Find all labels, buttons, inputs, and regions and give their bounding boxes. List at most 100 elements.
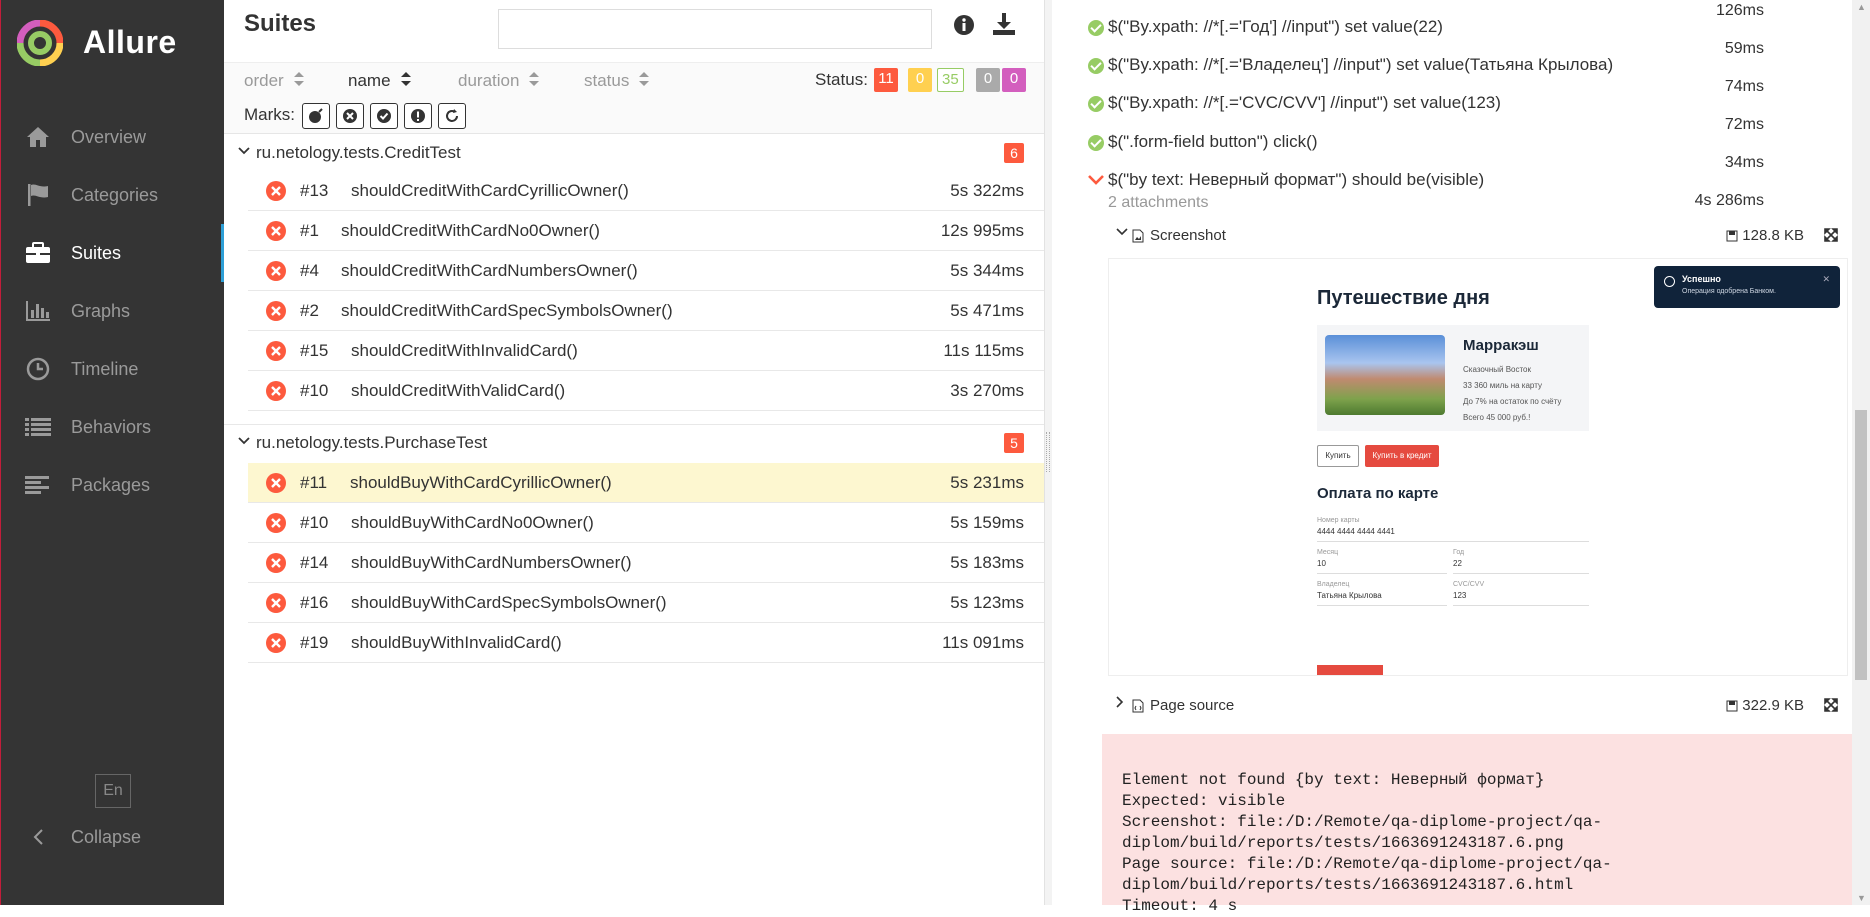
test-name: shouldCreditWithCardCyrillicOwner() (351, 181, 629, 200)
sort-icon (400, 71, 411, 91)
shot-year-label: Год (1453, 549, 1465, 556)
status-skipped-badge[interactable]: 0 (976, 68, 1000, 92)
test-duration: 12s 995ms (940, 221, 1024, 240)
test-row[interactable]: #14 shouldBuyWithCardNumbersOwner() 5s 183… (248, 543, 1044, 583)
test-row[interactable]: #10 shouldCreditWithValidCard() 3s 270ms (248, 371, 1044, 411)
passed-check-icon (1088, 135, 1104, 151)
test-name: shouldCreditWithValidCard() (351, 381, 566, 400)
mark-new-failed-button[interactable] (336, 103, 364, 129)
shot-offer-card: Марракэш Сказочный Восток 33 360 миль на… (1317, 325, 1589, 431)
info-icon[interactable] (953, 14, 975, 36)
code-file-icon (1132, 699, 1144, 713)
sort-name[interactable]: name (348, 71, 411, 91)
briefcase-icon (21, 236, 55, 270)
shot-success-toast: Успешно Операция одобрена Банком. ✕ (1654, 266, 1840, 308)
suite-group-header[interactable]: ru.netology.tests.CreditTest 6 (224, 135, 1044, 171)
sidebar-item-packages[interactable]: Packages (1, 456, 225, 514)
mark-new-passed-button[interactable] (370, 103, 398, 129)
status-unknown-badge[interactable]: 0 (1002, 68, 1026, 92)
sidebar-item-timeline[interactable]: Timeline (1, 340, 225, 398)
suite-group: ru.netology.tests.PurchaseTest 5 #11 shou… (224, 424, 1044, 674)
sort-status[interactable]: status (584, 71, 650, 91)
test-row[interactable]: #19 shouldBuyWithInvalidCard() 11s 091ms (248, 623, 1044, 663)
shot-credit-button: Купить в кредит (1365, 445, 1439, 467)
shot-buy-button: Купить (1317, 445, 1359, 467)
shot-year-value: 22 (1453, 559, 1462, 568)
failed-status-icon (266, 181, 286, 201)
failed-count-badge: 5 (1004, 433, 1024, 453)
scroll-up-icon[interactable]: ▲ (1857, 2, 1866, 12)
sidebar-item-categories[interactable]: Categories (1, 166, 225, 224)
test-duration: 5s 123ms (950, 593, 1024, 612)
sort-status-label: status (584, 71, 630, 90)
shot-list-item: Всего 45 000 руб.! (1463, 413, 1531, 422)
allure-logo-icon[interactable] (17, 20, 63, 66)
expand-icon[interactable] (1824, 228, 1838, 242)
passed-check-icon (1088, 96, 1104, 112)
step-text: $("By.xpath: //*[.='Владелец'] //input")… (1108, 55, 1614, 74)
shot-month-value: 10 (1317, 559, 1326, 568)
sort-duration-label: duration (458, 71, 520, 90)
sort-order-label: order (244, 71, 284, 90)
attachment-page-source[interactable]: Page source 322.9 KB (1102, 690, 1846, 724)
test-name: shouldBuyWithCardCyrillicOwner() (350, 473, 612, 492)
toast-text: Операция одобрена Банком. (1682, 288, 1776, 295)
attachment-name: Screenshot (1150, 227, 1226, 244)
chevron-left-icon (21, 820, 55, 854)
test-row[interactable]: #15 shouldCreditWithInvalidCard() 11s 115m… (248, 331, 1044, 371)
attachment-size-text: 322.9 KB (1742, 697, 1804, 714)
sidebar-item-behaviors[interactable]: Behaviors (1, 398, 225, 456)
expand-icon[interactable] (1824, 698, 1838, 712)
sort-order[interactable]: order (244, 71, 304, 91)
test-row-selected[interactable]: #11 shouldBuyWithCardCyrillicOwner() 5s 23… (248, 463, 1044, 503)
mark-retries-button[interactable] (438, 103, 466, 129)
test-name: shouldBuyWithCardNo0Owner() (351, 513, 594, 532)
mark-new-broken-button[interactable] (404, 103, 432, 129)
scroll-down-icon[interactable]: ▼ (1857, 893, 1866, 903)
sort-duration[interactable]: duration (458, 71, 540, 91)
step-duration: 4s 286ms (1694, 192, 1764, 209)
sidebar-item-overview[interactable]: Overview (1, 108, 225, 166)
download-icon[interactable] (992, 12, 1016, 36)
test-duration: 11s 115ms (943, 341, 1024, 360)
detail-scrollbar[interactable]: ▲ ▼ (1852, 0, 1870, 905)
step-text: $("By.xpath: //*[.='Год'] //input") set … (1108, 17, 1443, 36)
screenshot-attachment-image: Путешествие дня Марракэш Сказочный Восто… (1108, 258, 1848, 676)
search-input[interactable] (498, 9, 932, 49)
failed-status-icon (266, 301, 286, 321)
mark-flaky-button[interactable] (302, 103, 330, 129)
sidebar-item-suites[interactable]: Suites (1, 224, 225, 282)
clock-icon (21, 352, 55, 386)
suite-name: ru.netology.tests.PurchaseTest (256, 433, 488, 452)
sidebar-item-graphs[interactable]: Graphs (1, 282, 225, 340)
failed-status-icon (266, 513, 286, 533)
status-failed-badge[interactable]: 11 (874, 68, 898, 92)
status-broken-badge[interactable]: 0 (908, 68, 932, 92)
failed-status-icon (266, 341, 286, 361)
test-row[interactable]: #13 shouldCreditWithCardCyrillicOwner() 5s… (248, 171, 1044, 211)
test-row[interactable]: #10 shouldBuyWithCardNo0Owner() 5s 159ms (248, 503, 1044, 543)
sort-icon (639, 71, 650, 91)
test-number: #15 (300, 341, 329, 360)
save-icon (1726, 700, 1738, 711)
attachment-screenshot[interactable]: Screenshot 128.8 KB (1102, 220, 1846, 254)
test-row[interactable]: #1 shouldCreditWithCardNo0Owner() 12s 995m… (248, 211, 1044, 251)
shot-cvc-label: CVC/CVV (1453, 581, 1485, 588)
suite-group-header[interactable]: ru.netology.tests.PurchaseTest 5 (224, 425, 1044, 461)
passed-check-icon (1088, 58, 1104, 74)
collapse-button[interactable]: Collapse (1, 808, 225, 866)
test-duration: 11s 091ms (942, 633, 1024, 652)
scroll-thumb[interactable] (1855, 410, 1867, 680)
test-row[interactable]: #4 shouldCreditWithCardNumbersOwner() 5s 3… (248, 251, 1044, 291)
status-passed-badge[interactable]: 35 (937, 68, 964, 92)
bar-chart-icon (21, 294, 55, 328)
splitter-grip[interactable] (1046, 432, 1050, 472)
language-switch[interactable]: En (95, 774, 131, 808)
attachment-name: Page source (1150, 697, 1235, 714)
test-number: #10 (300, 381, 329, 400)
test-row[interactable]: #16 shouldBuyWithCardSpecSymbolsOwner() 5s… (248, 583, 1044, 623)
failed-status-icon (266, 261, 286, 281)
status-filter-label: Status: (815, 70, 868, 89)
test-row[interactable]: #2 shouldCreditWithCardSpecSymbolsOwner()… (248, 291, 1044, 331)
collapse-label: Collapse (71, 826, 142, 847)
